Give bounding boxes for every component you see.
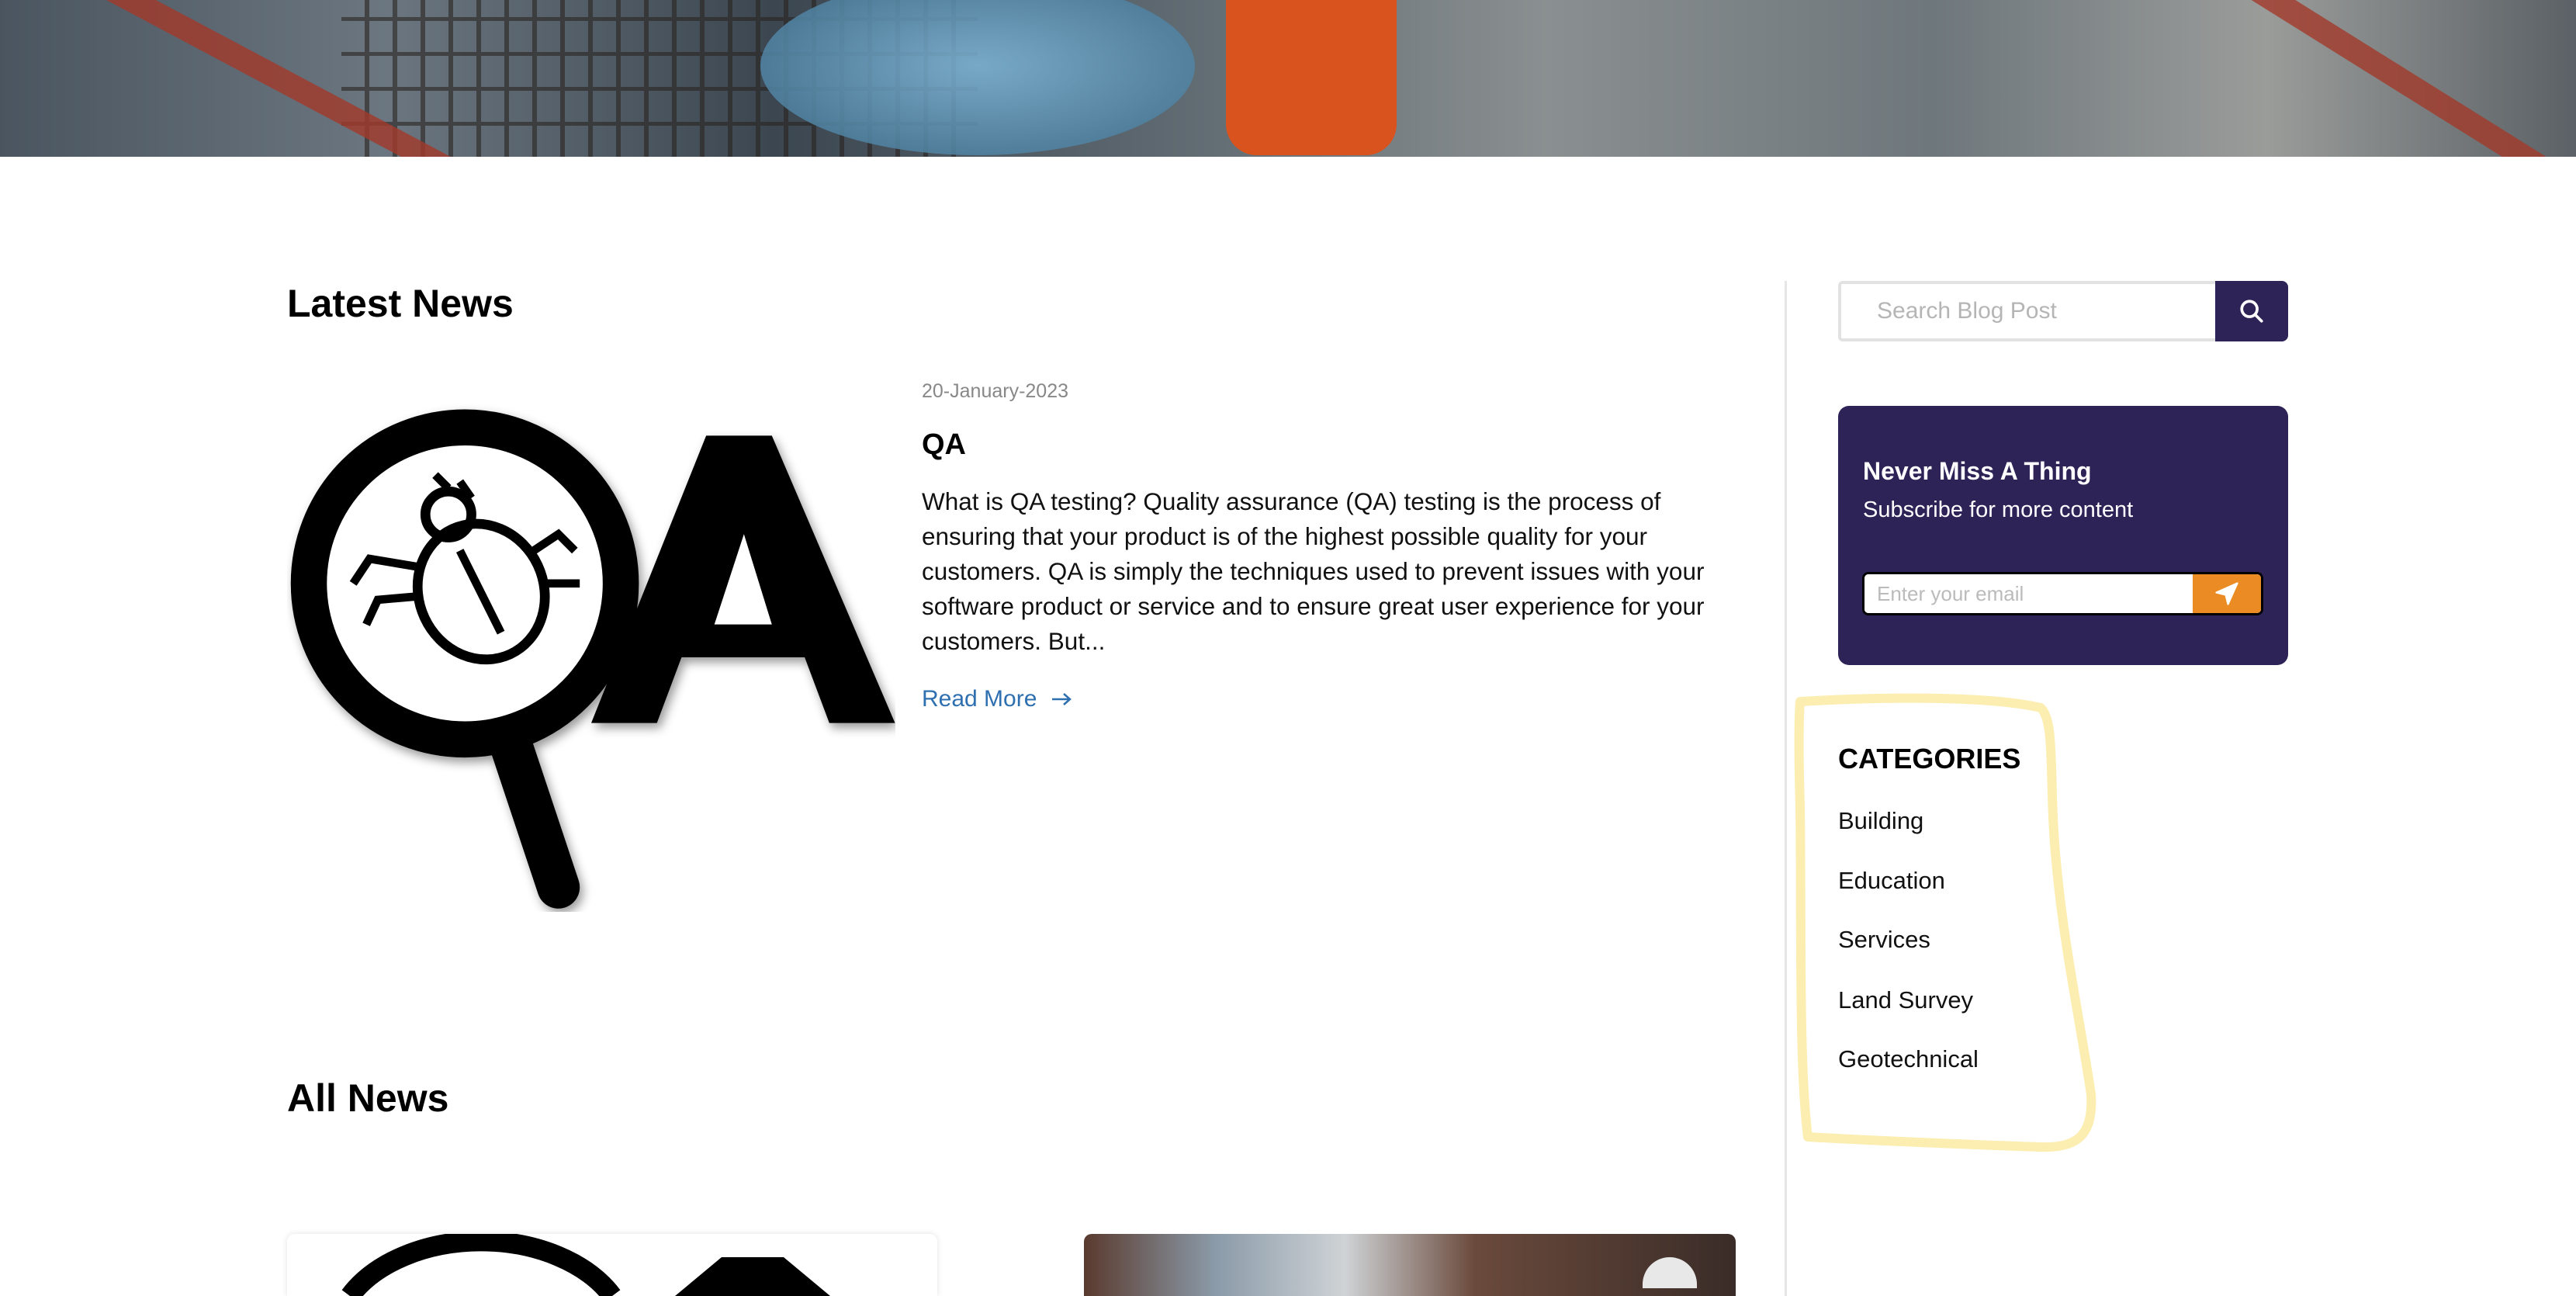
qa-post-image[interactable] xyxy=(287,403,895,912)
news-card-qa[interactable] xyxy=(287,1234,937,1296)
qa-card-image xyxy=(341,1234,830,1296)
latest-news-heading: Latest News xyxy=(287,282,514,325)
subscribe-button[interactable] xyxy=(2193,574,2261,613)
categories-heading: CATEGORIES xyxy=(1838,743,2021,774)
search-input[interactable] xyxy=(1838,281,2215,341)
post-title[interactable]: QA xyxy=(922,428,966,462)
read-more-link[interactable]: Read More xyxy=(922,686,1072,712)
category-education[interactable]: Education xyxy=(1838,867,1945,895)
newsletter-box: Never Miss A Thing Subscribe for more co… xyxy=(1838,406,2288,665)
post-excerpt: What is QA testing? Quality assurance (Q… xyxy=(922,487,1705,655)
hero-banner-image xyxy=(0,0,2576,157)
news-card-construction[interactable] xyxy=(1084,1234,1736,1296)
blog-search xyxy=(1838,281,2288,341)
category-geotechnical[interactable]: Geotechnical xyxy=(1838,1045,1979,1073)
read-more-label: Read More xyxy=(922,686,1037,712)
hard-hat-image xyxy=(1643,1257,1697,1288)
email-input[interactable] xyxy=(1864,574,2193,613)
category-building[interactable]: Building xyxy=(1838,807,1923,835)
category-services[interactable]: Services xyxy=(1838,926,1930,954)
arrow-right-icon xyxy=(1052,693,1072,705)
category-land-survey[interactable]: Land Survey xyxy=(1838,986,1973,1014)
newsletter-subtitle: Subscribe for more content xyxy=(1863,497,2134,522)
newsletter-title: Never Miss A Thing xyxy=(1863,457,2092,485)
search-button[interactable] xyxy=(2215,281,2288,341)
send-icon xyxy=(2215,582,2238,605)
all-news-heading: All News xyxy=(287,1076,449,1120)
post-date: 20-January-2023 xyxy=(922,380,1069,402)
newsletter-form xyxy=(1862,572,2263,615)
search-icon xyxy=(2240,300,2263,323)
